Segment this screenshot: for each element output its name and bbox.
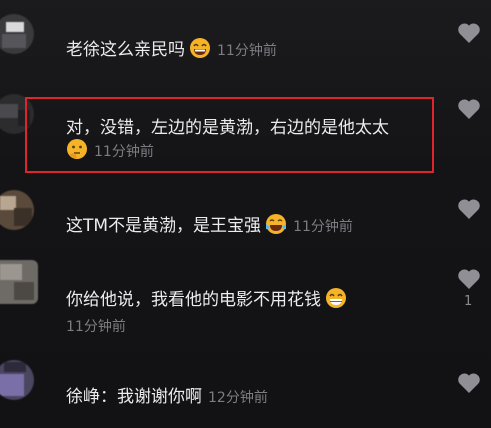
highlight-box <box>25 97 434 173</box>
comment-item[interactable]: 这TM不是黄渤，是王宝强 11分钟前 <box>0 180 491 250</box>
comment-time: 11分钟前 <box>293 219 353 235</box>
comment-text-row: 你给他说，我看他的电影不用花钱 <box>66 287 347 311</box>
comment-time: 11分钟前 <box>66 319 126 335</box>
comment-text: 徐峥：我谢谢你啊 <box>66 387 202 407</box>
comment-item[interactable]: 老徐这么亲民吗 11分钟前 <box>0 0 491 80</box>
tears-of-joy-emoji-icon <box>266 214 287 234</box>
heart-icon[interactable] <box>457 98 481 120</box>
comment-text: 老徐这么亲民吗 <box>66 40 185 60</box>
comment-text: 这TM不是黄渤，是王宝强 <box>66 216 262 236</box>
comment-text-row: 这TM不是黄渤，是王宝强 11分钟前 <box>66 213 353 238</box>
like-count: 1 <box>464 294 473 309</box>
grin-emoji-icon <box>190 38 210 58</box>
heart-icon[interactable] <box>457 372 481 394</box>
avatar[interactable] <box>0 190 34 230</box>
heart-icon[interactable] <box>457 198 481 220</box>
avatar[interactable] <box>0 14 34 54</box>
comment-item[interactable]: 你给他说，我看他的电影不用花钱 11分钟前 1 <box>0 250 491 350</box>
avatar[interactable] <box>0 260 38 304</box>
heart-icon[interactable] <box>457 268 481 290</box>
comment-time: 12分钟前 <box>208 390 268 406</box>
comment-time: 11分钟前 <box>217 43 277 59</box>
comment-item[interactable]: 徐峥：我谢谢你啊 12分钟前 <box>0 350 491 428</box>
comment-text-row: 老徐这么亲民吗 11分钟前 <box>66 37 277 62</box>
grin-emoji-icon <box>326 288 346 308</box>
comment-text-row: 徐峥：我谢谢你啊 12分钟前 <box>66 386 268 409</box>
avatar[interactable] <box>0 360 34 400</box>
comment-text: 你给他说，我看他的电影不用花钱 <box>66 290 321 310</box>
heart-icon[interactable] <box>457 22 481 44</box>
